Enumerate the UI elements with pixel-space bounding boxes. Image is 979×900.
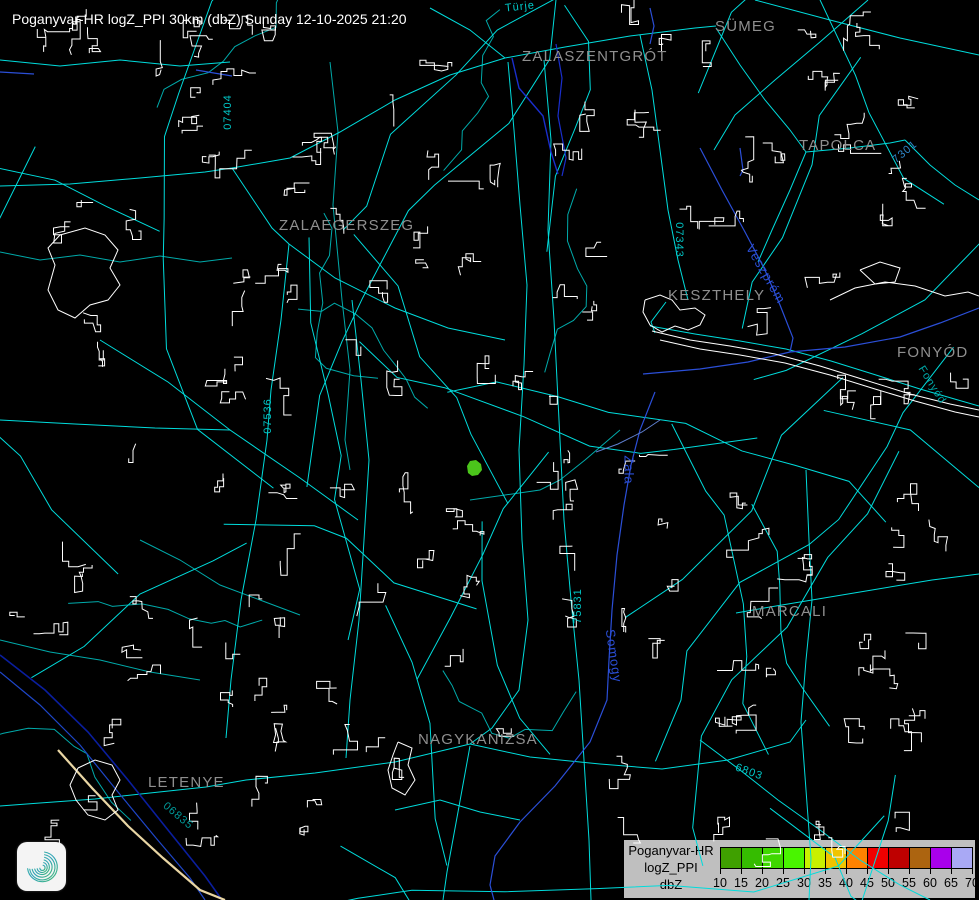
county-label: Veszprém — [743, 242, 789, 306]
legend-tick-mark — [909, 869, 910, 874]
city-label: TAPOLCA — [799, 137, 876, 154]
radar-title: Poganyvar-HR logZ_PPI 30km (dbZ) Sunday … — [12, 11, 407, 27]
road-number-label: Türje — [504, 0, 535, 15]
legend-panel: Poganyvar-HR logZ_PPI dbZ 10152025303540… — [622, 838, 977, 900]
legend-tick-mark — [741, 869, 742, 874]
legend-swatch — [909, 847, 930, 869]
map-rivers-layer — [0, 0, 620, 820]
road-number-label: 6803 — [734, 761, 765, 782]
road-number-label: 07404 — [222, 94, 234, 130]
legend-tick-mark — [720, 869, 721, 874]
legend-swatch — [888, 847, 909, 869]
radar-echo-layer — [467, 460, 482, 476]
road-number-label: 7301 — [890, 138, 920, 166]
legend-swatch — [825, 847, 846, 869]
legend-swatch — [867, 847, 888, 869]
legend-tick-mark — [762, 869, 763, 874]
spiral-logo-icon — [21, 846, 63, 888]
county-label: Zala — [622, 455, 637, 484]
city-label: ZALASZENTGRÓT — [522, 48, 668, 65]
precipitation-echo — [467, 460, 482, 476]
city-label: NAGYKANIZSA — [418, 731, 538, 748]
legend-tick-mark — [930, 869, 931, 874]
legend-unit: dbZ — [624, 876, 718, 893]
legend-tick-mark — [804, 869, 805, 874]
legend-colorbar — [720, 847, 973, 869]
radar-map-canvas — [0, 0, 979, 900]
legend-tick-label: 70 — [959, 876, 979, 890]
city-label: ZALAEGERSZEG — [279, 217, 414, 234]
road-number-label: Fonyód — [916, 364, 949, 407]
city-label: LETENYE — [148, 774, 225, 791]
legend-tick-mark — [888, 869, 889, 874]
legend-swatch — [846, 847, 867, 869]
legend-swatch — [930, 847, 951, 869]
legend-swatch — [741, 847, 762, 869]
legend-tick-mark — [972, 869, 973, 874]
road-number-label: 75831 — [572, 588, 584, 624]
legend-tick-mark — [825, 869, 826, 874]
city-label: SÜMEG — [715, 18, 776, 35]
map-settlements-layer — [10, 0, 979, 867]
legend-tick-mark — [846, 869, 847, 874]
map-borders-layer — [0, 8, 979, 900]
legend-swatch — [804, 847, 825, 869]
legend-swatch — [951, 847, 973, 869]
road-number-label: 07343 — [673, 222, 685, 258]
map-labels-layer: SÜMEG ZALASZENTGRÓT TAPOLCA ZALAEGERSZEG KES… — [0, 0, 979, 900]
legend-swatch — [720, 847, 741, 869]
road-number-label: 06835 — [161, 800, 196, 832]
legend-text: Poganyvar-HR logZ_PPI dbZ — [624, 842, 718, 893]
legend-tick-mark — [951, 869, 952, 874]
legend-tick-mark — [783, 869, 784, 874]
city-label: FONYÓD — [897, 344, 968, 361]
city-label: KESZTHELY — [668, 287, 765, 304]
road-number-label: 07536 — [262, 398, 274, 434]
city-label: MARCALI — [752, 603, 827, 620]
legend-swatch — [762, 847, 783, 869]
county-label: Somogy — [603, 628, 625, 683]
hungaromet-logo — [17, 842, 66, 891]
legend-station: Poganyvar-HR — [624, 842, 718, 859]
radar-viewer: Poganyvar-HR logZ_PPI 30km (dbZ) Sunday … — [0, 0, 979, 900]
legend-tick-mark — [867, 869, 868, 874]
legend-swatch — [783, 847, 804, 869]
map-roads-layer — [0, 0, 979, 900]
legend-product: logZ_PPI — [624, 859, 718, 876]
